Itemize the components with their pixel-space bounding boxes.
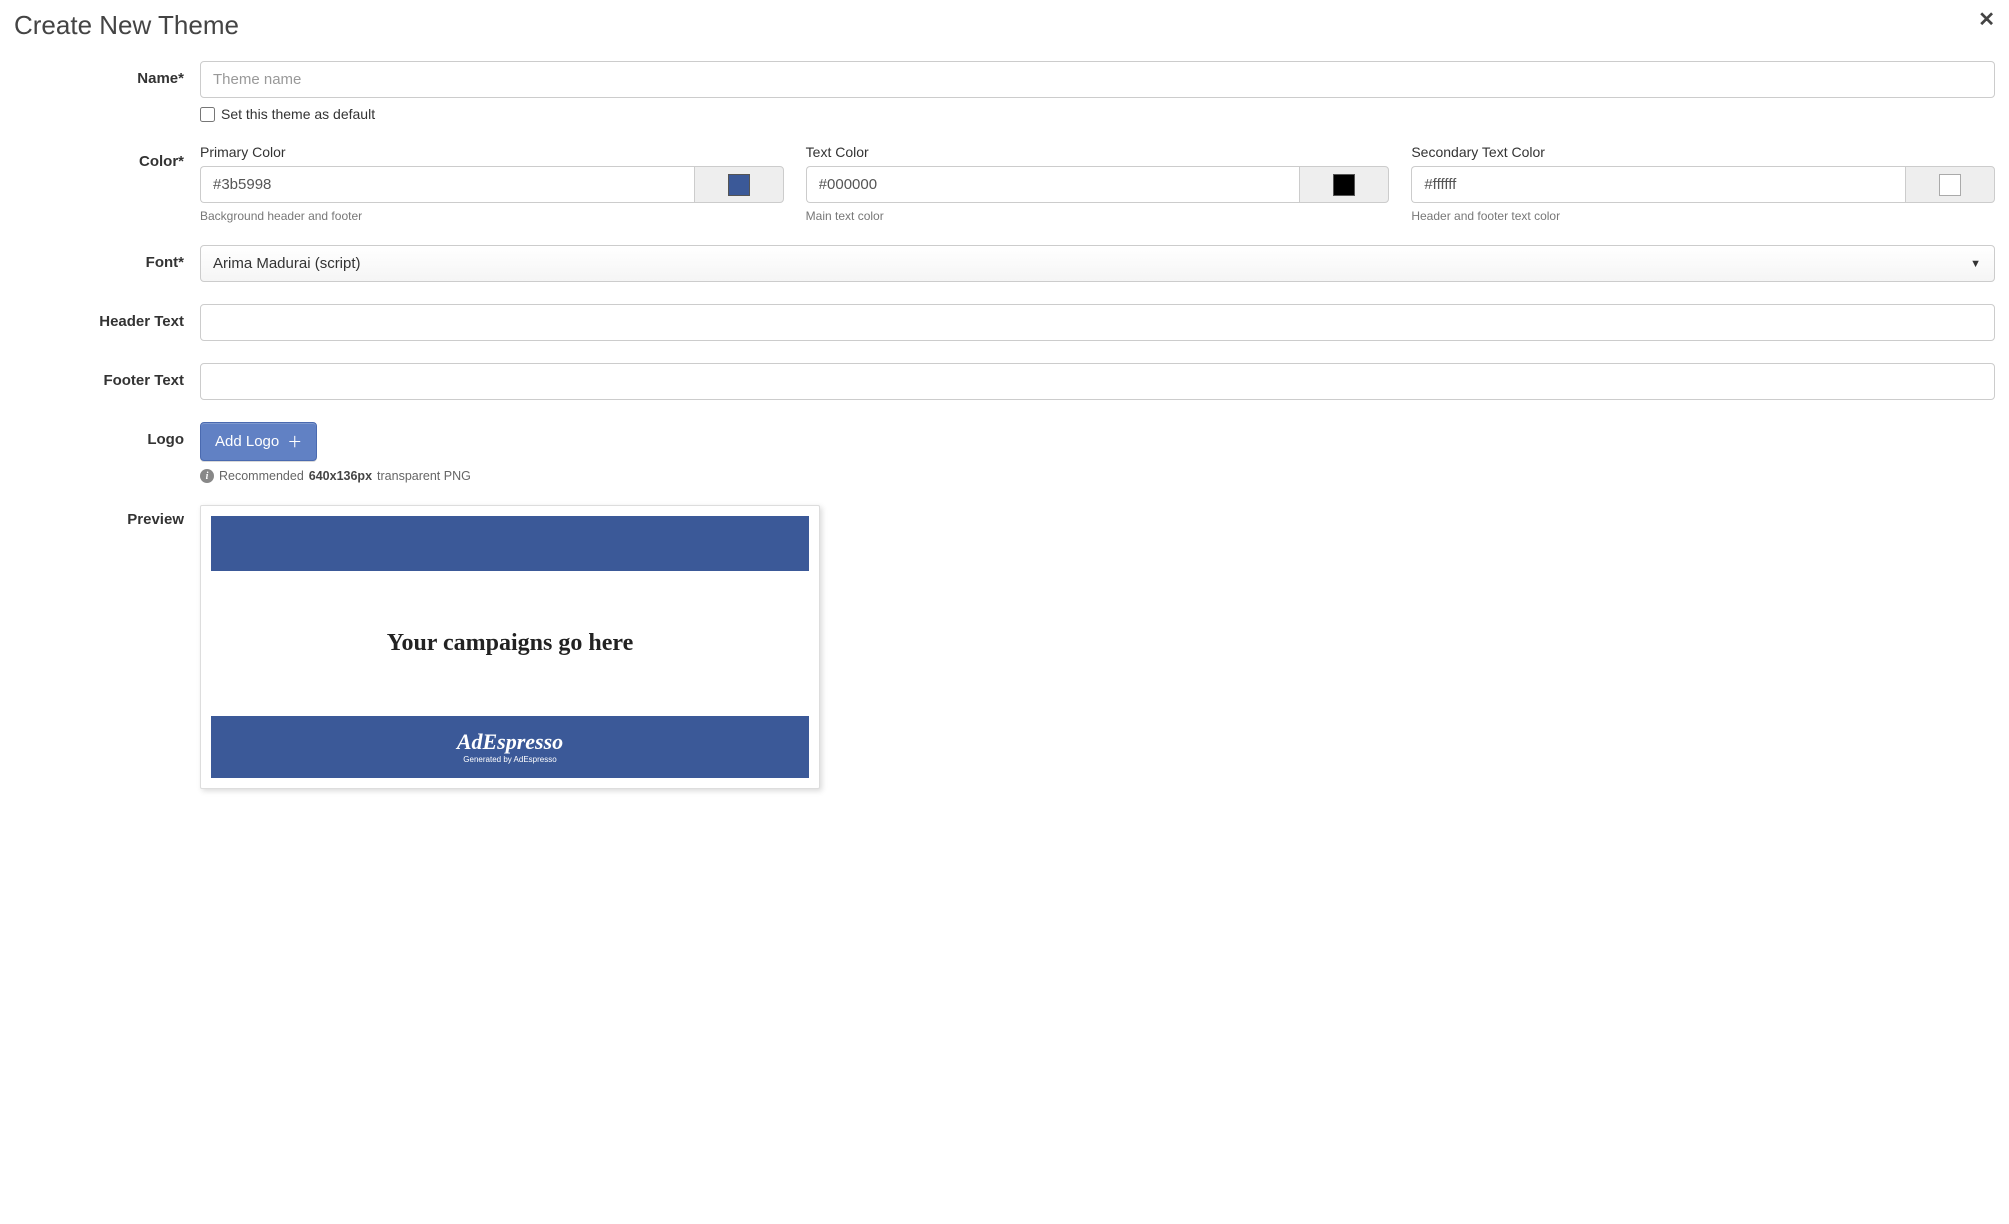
footer-text-label: Footer Text — [14, 363, 184, 389]
header-text-label: Header Text — [14, 304, 184, 330]
footer-text-content — [200, 363, 1995, 400]
row-name: Name* Set this theme as default — [14, 61, 1995, 122]
preview-footer-sub: Generated by AdEspresso — [463, 755, 556, 764]
primary-color-input-group — [200, 166, 784, 203]
preview-footer: AdEspresso Generated by AdEspresso — [211, 716, 809, 778]
add-logo-button[interactable]: Add Logo ＋ — [200, 422, 317, 461]
primary-color-input[interactable] — [200, 166, 694, 203]
default-checkbox-label: Set this theme as default — [221, 106, 375, 122]
preview-header — [211, 516, 809, 571]
color-label: Color* — [14, 144, 184, 170]
row-preview: Preview Your campaigns go here AdEspress… — [14, 505, 1995, 789]
secondary-text-color-input-group — [1411, 166, 1995, 203]
name-content: Set this theme as default — [200, 61, 1995, 122]
primary-color-hint: Background header and footer — [200, 209, 784, 223]
add-logo-button-label: Add Logo — [215, 433, 279, 450]
text-color-swatch[interactable] — [1299, 166, 1389, 203]
preview-body-text: Your campaigns go here — [387, 630, 633, 657]
color-content: Primary Color Background header and foot… — [200, 144, 1995, 223]
secondary-text-color-input[interactable] — [1411, 166, 1905, 203]
font-label: Font* — [14, 245, 184, 271]
default-checkbox[interactable] — [200, 107, 215, 122]
primary-color-col: Primary Color Background header and foot… — [200, 144, 784, 223]
logo-content: Add Logo ＋ i Recommended 640x136px trans… — [200, 422, 1995, 483]
preview-body: Your campaigns go here — [211, 571, 809, 716]
logo-hint-size: 640x136px — [309, 469, 372, 483]
header-text-content — [200, 304, 1995, 341]
name-input[interactable] — [200, 61, 1995, 98]
secondary-text-color-swatch[interactable] — [1905, 166, 1995, 203]
row-color: Color* Primary Color Background header a… — [14, 144, 1995, 223]
primary-color-swatch[interactable] — [694, 166, 784, 203]
row-logo: Logo Add Logo ＋ i Recommended 640x136px … — [14, 422, 1995, 483]
preview-box: Your campaigns go here AdEspresso Genera… — [200, 505, 820, 789]
secondary-text-color-col: Secondary Text Color Header and footer t… — [1411, 144, 1995, 223]
logo-hint-prefix: Recommended — [219, 469, 304, 483]
logo-label: Logo — [14, 422, 184, 448]
primary-color-label: Primary Color — [200, 144, 784, 160]
text-color-input-group — [806, 166, 1390, 203]
square-icon — [1939, 174, 1961, 196]
name-label: Name* — [14, 61, 184, 87]
preview-label: Preview — [14, 505, 184, 528]
row-font: Font* Arima Madurai (script) ▼ — [14, 245, 1995, 282]
modal-title: Create New Theme — [14, 10, 239, 41]
default-checkbox-row: Set this theme as default — [200, 106, 1995, 122]
modal-header: Create New Theme ✕ — [14, 10, 1995, 41]
preview-content: Your campaigns go here AdEspresso Genera… — [200, 505, 1995, 789]
secondary-text-color-label: Secondary Text Color — [1411, 144, 1995, 160]
preview-footer-logo: AdEspresso — [457, 731, 563, 753]
square-icon — [1333, 174, 1355, 196]
row-header-text: Header Text — [14, 304, 1995, 341]
close-icon[interactable]: ✕ — [1978, 10, 1995, 30]
square-icon — [728, 174, 750, 196]
text-color-col: Text Color Main text color — [806, 144, 1390, 223]
row-footer-text: Footer Text — [14, 363, 1995, 400]
color-group: Primary Color Background header and foot… — [200, 144, 1995, 223]
font-select[interactable]: Arima Madurai (script) — [200, 245, 1995, 282]
text-color-input[interactable] — [806, 166, 1300, 203]
footer-text-input[interactable] — [200, 363, 1995, 400]
header-text-input[interactable] — [200, 304, 1995, 341]
text-color-label: Text Color — [806, 144, 1390, 160]
info-icon: i — [200, 469, 214, 483]
text-color-hint: Main text color — [806, 209, 1390, 223]
plus-icon: ＋ — [287, 431, 302, 452]
secondary-text-color-hint: Header and footer text color — [1411, 209, 1995, 223]
logo-hint-suffix: transparent PNG — [377, 469, 471, 483]
logo-hint: i Recommended 640x136px transparent PNG — [200, 469, 1995, 483]
font-content: Arima Madurai (script) ▼ — [200, 245, 1995, 282]
